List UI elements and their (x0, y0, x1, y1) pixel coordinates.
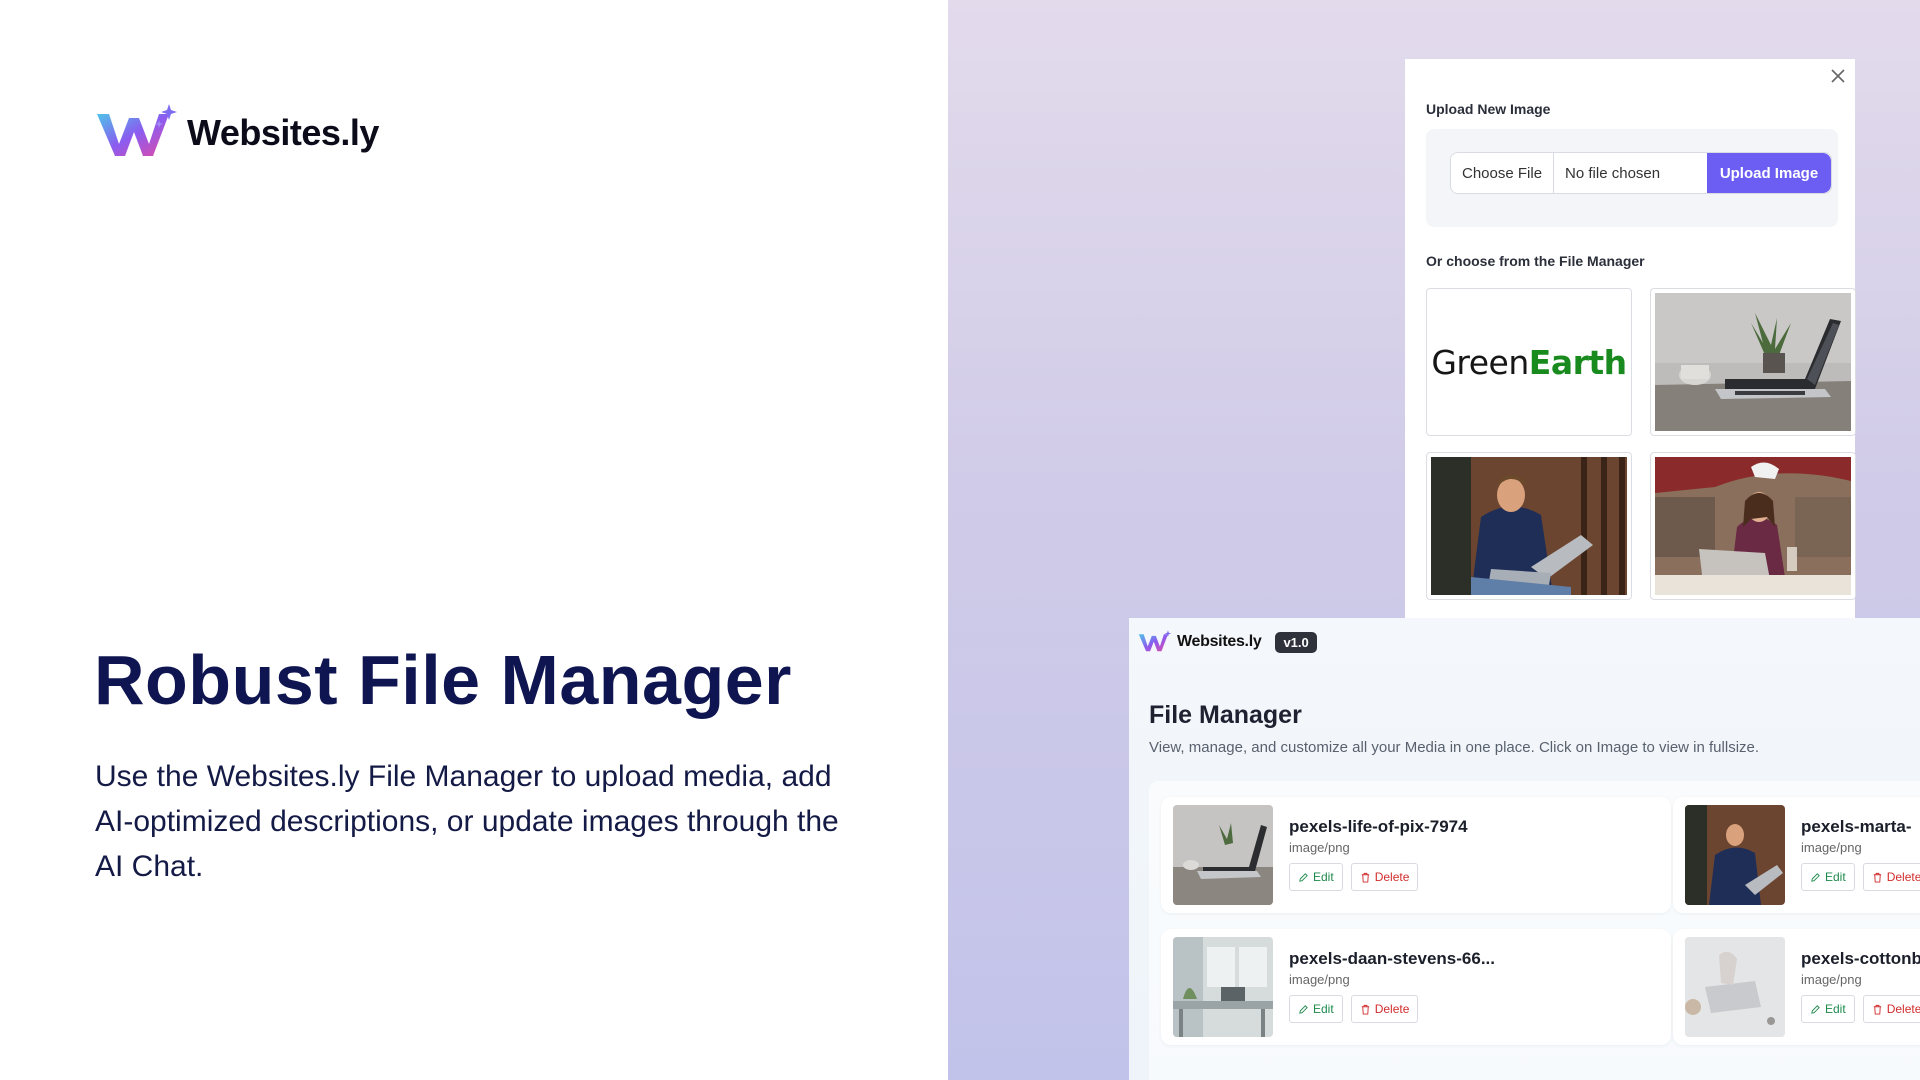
file-status: No file chosen (1565, 164, 1661, 182)
marketing-panel: Websites.ly Robust File Manager Use the … (0, 0, 948, 1080)
file-name: pexels-marta- (1801, 817, 1912, 836)
file-name: pexels-life-of-pix-7974 (1289, 817, 1468, 836)
file-name: pexels-cottonb (1801, 949, 1920, 968)
pencil-icon (1811, 1004, 1820, 1014)
version-badge: v1.0 (1275, 631, 1317, 653)
trash-icon (1361, 872, 1369, 883)
brand-name: Websites.ly (1177, 633, 1262, 650)
file-input[interactable]: Choose File No file chosen Upload Image (1450, 152, 1832, 194)
edit-button[interactable]: Edit (1289, 863, 1343, 891)
file-card: pexels-marta- image/png Edit Delete (1673, 797, 1920, 913)
page-description: View, manage, and customize all your Med… (1149, 739, 1760, 756)
image-tile[interactable]: Green Earth (1426, 288, 1632, 436)
file-manager-header: Websites.ly v1.0 (1138, 630, 1317, 654)
image-tile[interactable] (1426, 452, 1632, 600)
woman-laptop-photo-icon (1655, 457, 1851, 595)
file-type: image/png (1801, 840, 1862, 855)
file-card: pexels-daan-stevens-66... image/png Edit… (1161, 929, 1671, 1045)
trash-icon (1873, 1004, 1881, 1015)
websites-ly-logo-icon (1138, 630, 1172, 652)
pencil-icon (1299, 872, 1308, 882)
file-type: image/png (1289, 840, 1350, 855)
file-actions: Edit Delete (1289, 863, 1419, 891)
page-title: File Manager (1149, 701, 1302, 729)
upload-image-button[interactable]: Upload Image (1707, 153, 1831, 193)
upload-heading: Upload New Image (1426, 101, 1551, 117)
file-thumbnail[interactable] (1173, 805, 1273, 905)
delete-button[interactable]: Delete (1350, 995, 1419, 1023)
brand-logo[interactable]: Websites.ly (95, 104, 379, 162)
trash-icon (1361, 1004, 1369, 1015)
hero-title: Robust File Manager (94, 641, 792, 719)
file-manager-heading: Or choose from the File Manager (1426, 253, 1645, 269)
file-actions: Edit Delete (1801, 863, 1920, 891)
file-thumbnail[interactable] (1173, 937, 1273, 1037)
file-name: pexels-daan-stevens-66... (1289, 949, 1495, 968)
file-card: pexels-life-of-pix-7974 image/png Edit D… (1161, 797, 1671, 913)
close-icon[interactable] (1829, 67, 1847, 85)
file-type: image/png (1289, 972, 1350, 987)
choose-file-button[interactable]: Choose File (1451, 153, 1555, 193)
image-grid: Green Earth (1426, 288, 1858, 600)
file-manager-window: Websites.ly v1.0 File Manager View, mana… (1129, 618, 1920, 1080)
upload-box: Choose File No file chosen Upload Image (1426, 129, 1838, 227)
edit-button[interactable]: Edit (1801, 863, 1855, 891)
file-actions: Edit Delete (1289, 995, 1419, 1023)
delete-button[interactable]: Delete (1350, 863, 1419, 891)
file-type: image/png (1801, 972, 1862, 987)
edit-button[interactable]: Edit (1289, 995, 1343, 1023)
file-actions: Edit Delete (1801, 995, 1920, 1023)
trash-icon (1873, 872, 1881, 883)
man-laptop-photo-icon (1431, 457, 1627, 595)
delete-button[interactable]: Delete (1862, 995, 1920, 1023)
greenearth-logo: Green Earth (1431, 342, 1627, 382)
websites-ly-logo-icon (97, 104, 177, 156)
image-tile[interactable] (1650, 452, 1856, 600)
edit-button[interactable]: Edit (1801, 995, 1855, 1023)
delete-button[interactable]: Delete (1862, 863, 1920, 891)
file-list: pexels-life-of-pix-7974 image/png Edit D… (1149, 781, 1920, 1080)
image-tile[interactable] (1650, 288, 1856, 436)
file-card: pexels-cottonb image/png Edit Delete (1673, 929, 1920, 1045)
upload-image-dialog: Upload New Image Choose File No file cho… (1405, 59, 1858, 619)
file-thumbnail[interactable] (1685, 805, 1785, 905)
product-screenshot-panel: Upload New Image Choose File No file cho… (948, 0, 1920, 1080)
brand-name: Websites.ly (187, 112, 379, 153)
hero-description: Use the Websites.ly File Manager to uplo… (95, 760, 839, 883)
laptop-desk-photo-icon (1655, 293, 1851, 431)
pencil-icon (1811, 872, 1820, 882)
pencil-icon (1299, 1004, 1308, 1014)
file-thumbnail[interactable] (1685, 937, 1785, 1037)
